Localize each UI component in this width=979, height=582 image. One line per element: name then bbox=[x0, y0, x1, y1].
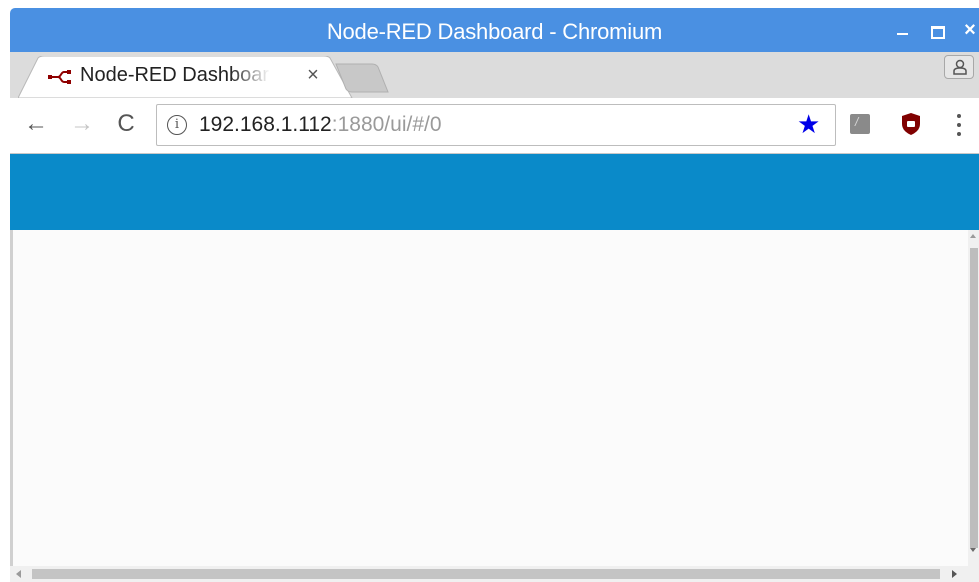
url-path: :1880/ui/#/0 bbox=[331, 113, 442, 136]
node-red-icon bbox=[48, 67, 72, 87]
new-tab-button[interactable] bbox=[332, 62, 392, 94]
window-title: Node-RED Dashboard - Chromium bbox=[326, 19, 663, 44]
vertical-scrollbar[interactable] bbox=[968, 230, 979, 566]
chromium-window: Node-RED Dashboard - Chromium × Node-RED… bbox=[0, 0, 979, 582]
maximize-button[interactable] bbox=[926, 20, 946, 40]
profile-button[interactable] bbox=[944, 55, 974, 79]
horizontal-scrollbar[interactable] bbox=[10, 566, 979, 582]
reload-button[interactable]: C bbox=[112, 110, 140, 138]
back-button[interactable]: ← bbox=[22, 110, 50, 138]
browser-toolbar: ← → C i 192.168.1.112:1880/ui/#/0 ★ / bbox=[10, 98, 979, 154]
tab-close-button[interactable]: × bbox=[302, 62, 324, 88]
dashboard-content bbox=[10, 230, 968, 566]
scroll-left-icon[interactable] bbox=[16, 570, 21, 578]
dashboard-header bbox=[10, 154, 979, 230]
url-host: 192.168.1.112 bbox=[199, 113, 332, 136]
title-bar[interactable]: Node-RED Dashboard - Chromium × bbox=[10, 8, 979, 52]
scroll-up-icon[interactable] bbox=[970, 234, 976, 238]
person-icon bbox=[953, 59, 967, 75]
url-text[interactable]: 192.168.1.112:1880/ui/#/0 bbox=[199, 113, 442, 137]
horizontal-scroll-thumb[interactable] bbox=[32, 569, 940, 579]
ext-1-icon[interactable]: / bbox=[850, 114, 870, 134]
address-bar[interactable]: i 192.168.1.112:1880/ui/#/0 ★ bbox=[156, 104, 836, 146]
forward-button[interactable]: → bbox=[68, 110, 96, 138]
ublock-origin-icon[interactable] bbox=[900, 112, 922, 136]
tab-strip: Node-RED Dashboard × bbox=[10, 52, 979, 98]
close-window-button[interactable]: × bbox=[960, 20, 979, 40]
page-viewport bbox=[10, 154, 979, 582]
minimize-button[interactable] bbox=[892, 20, 912, 40]
scroll-right-icon[interactable] bbox=[952, 570, 957, 578]
vertical-scroll-thumb[interactable] bbox=[970, 248, 978, 548]
tab-title: Node-RED Dashboard bbox=[80, 64, 270, 90]
scroll-down-icon[interactable] bbox=[970, 548, 976, 552]
more-vert-icon[interactable] bbox=[954, 112, 964, 138]
bookmark-star-icon[interactable]: ★ bbox=[797, 110, 820, 138]
tab-node-red-dashboard[interactable]: Node-RED Dashboard × bbox=[18, 56, 354, 98]
site-info-icon[interactable]: i bbox=[167, 115, 187, 135]
